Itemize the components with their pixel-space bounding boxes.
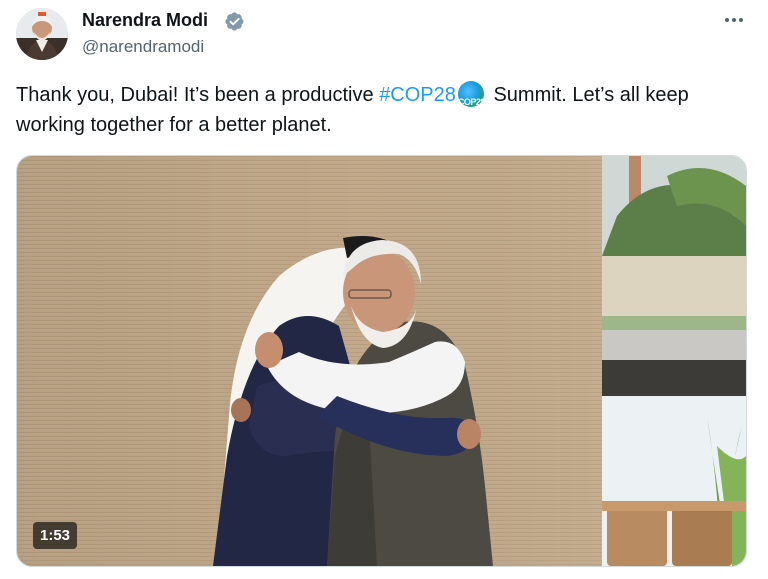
video-duration-badge: 1:53 <box>33 522 78 549</box>
cop28-hashflag-label: COP28 <box>457 97 484 107</box>
more-options-button[interactable] <box>720 8 748 32</box>
more-options-icon <box>725 18 743 22</box>
author-avatar[interactable] <box>16 8 68 60</box>
verified-badge-icon <box>224 11 245 32</box>
author-name[interactable]: Narendra Modi <box>82 10 208 31</box>
author-handle[interactable]: @narendramodi <box>82 37 204 57</box>
video-thumbnail <box>17 156 746 566</box>
video-player[interactable] <box>16 155 747 567</box>
tweet-text: Thank you, Dubai! It’s been a productive… <box>16 80 752 140</box>
tweet-text-before: Thank you, Dubai! It’s been a productive <box>16 84 380 106</box>
cop28-hashflag-icon: COP28 <box>457 81 484 107</box>
hashtag-link[interactable]: #COP28 <box>379 84 456 106</box>
